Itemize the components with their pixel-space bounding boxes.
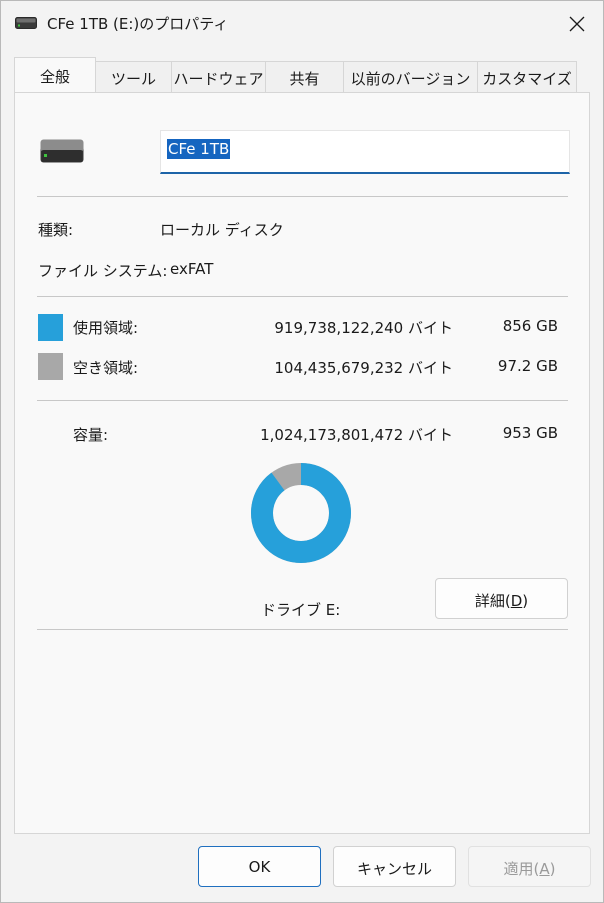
filesystem-value: exFAT (170, 260, 214, 278)
capacity-bytes: 1,024,173,801,472 バイト (260, 426, 453, 444)
type-value: ローカル ディスク (160, 221, 284, 239)
type-label: 種類: (38, 221, 74, 239)
drive-name-text: CFe 1TB (167, 139, 231, 159)
used-space-swatch (38, 314, 63, 341)
capacity-size: 953 GB (502, 424, 558, 442)
divider (37, 400, 568, 401)
details-mnemonic: D (510, 592, 523, 610)
cancel-button[interactable]: キャンセル (333, 846, 456, 887)
usage-donut-chart (251, 463, 351, 563)
details-button[interactable]: 詳細(D) (435, 578, 568, 619)
filesystem-label: ファイル システム: (38, 262, 168, 280)
title-bar: CFe 1TB (E:)のプロパティ (1, 1, 603, 47)
drive-letter-label: ドライブ E: (261, 601, 341, 619)
properties-window: CFe 1TB (E:)のプロパティ 全般 ツール ハードウェア 共有 以前のバ… (0, 0, 604, 903)
divider (37, 629, 568, 630)
tab-hardware[interactable]: ハードウェア (172, 61, 266, 93)
used-space-arc (251, 463, 351, 563)
tab-sharing[interactable]: 共有 (266, 61, 344, 93)
details-button-label: 詳細 (474, 592, 505, 610)
general-panel: CFe 1TB 種類: ローカル ディスク ファイル システム: exFAT 使… (14, 92, 590, 834)
drive-large-icon (40, 139, 84, 163)
tab-tools[interactable]: ツール (96, 61, 172, 93)
apply-button[interactable]: 適用(A) (468, 846, 591, 887)
tab-previous-versions[interactable]: 以前のバージョン (344, 61, 478, 93)
close-icon (569, 16, 585, 32)
window-title: CFe 1TB (E:)のプロパティ (47, 15, 229, 33)
free-space-bytes: 104,435,679,232 バイト (274, 359, 453, 377)
used-space-bytes: 919,738,122,240 バイト (274, 319, 453, 337)
ok-button[interactable]: OK (198, 846, 321, 887)
tab-customize[interactable]: カスタマイズ (478, 61, 577, 93)
drive-name-input[interactable]: CFe 1TB (160, 130, 570, 174)
drive-icon (15, 17, 37, 29)
apply-mnemonic: A (539, 860, 550, 878)
tab-bar: 全般 ツール ハードウェア 共有 以前のバージョン カスタマイズ (14, 57, 577, 93)
divider (37, 296, 568, 297)
divider (37, 196, 568, 197)
free-space-size: 97.2 GB (497, 357, 558, 375)
free-space-swatch (38, 353, 63, 380)
capacity-label: 容量: (73, 426, 109, 444)
free-space-label: 空き領域: (73, 359, 139, 377)
apply-button-label: 適用 (503, 860, 534, 878)
used-space-size: 856 GB (502, 317, 558, 335)
used-space-label: 使用領域: (73, 319, 139, 337)
close-button[interactable] (557, 7, 597, 41)
tab-general[interactable]: 全般 (14, 57, 96, 93)
